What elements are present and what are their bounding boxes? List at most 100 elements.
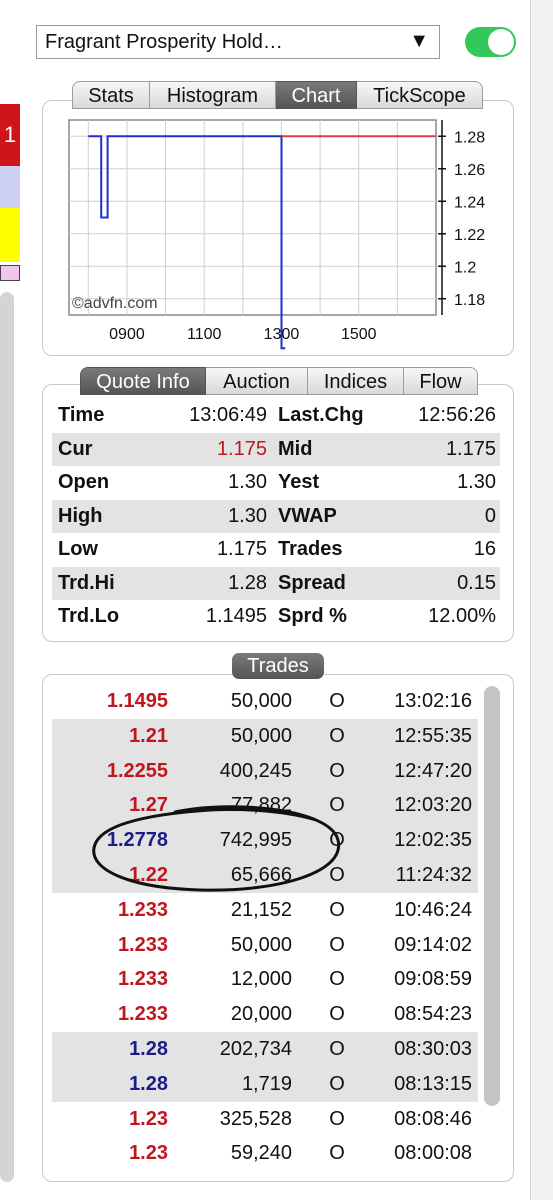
quote-value: 1.30 bbox=[457, 471, 496, 493]
trade-type: O bbox=[329, 1142, 345, 1165]
tab-tickscope[interactable]: TickScope bbox=[357, 81, 483, 109]
trade-row[interactable]: 1.23 59,240 O 08:00:08 bbox=[52, 1136, 478, 1171]
chart-watermark: ©advfn.com bbox=[72, 295, 158, 312]
quote-value: 0 bbox=[484, 504, 496, 527]
trade-row[interactable]: 1.1495 50,000 O 13:02:16 bbox=[52, 684, 478, 719]
quote-label: Last.Chg bbox=[278, 404, 364, 426]
trade-volume: 50,000 bbox=[230, 724, 292, 747]
quote-label: Trades bbox=[278, 538, 343, 560]
toggle-knob bbox=[488, 29, 514, 55]
y-tick-label: 1.2 bbox=[454, 259, 476, 276]
quote-row: Time 13:06:49 Last.Chg 12:56:26 bbox=[52, 399, 500, 432]
quote-label: Yest bbox=[278, 471, 320, 493]
trade-row[interactable]: 1.233 20,000 O 08:54:23 bbox=[52, 997, 478, 1032]
trade-row[interactable]: 1.28 202,734 O 08:30:03 bbox=[52, 1032, 478, 1067]
trade-type: O bbox=[329, 933, 345, 956]
y-tick-label: 1.24 bbox=[454, 194, 485, 211]
x-tick-label: 0900 bbox=[109, 326, 145, 343]
left-side-panel: 1 bbox=[0, 0, 20, 1200]
chart-tabs: Stats Histogram Chart TickScope bbox=[72, 81, 483, 109]
quote-label: Time bbox=[58, 404, 105, 426]
quote-row: Cur 1.175 Mid 1.175 bbox=[52, 432, 500, 466]
y-tick-label: 1.22 bbox=[454, 227, 485, 244]
trade-price: 1.233 bbox=[117, 933, 168, 956]
side-color-block bbox=[0, 166, 20, 208]
trade-time: 12:02:35 bbox=[394, 829, 472, 852]
trade-time: 10:46:24 bbox=[394, 898, 472, 921]
trade-time: 08:08:46 bbox=[394, 1107, 472, 1130]
quote-label: Trd.Lo bbox=[58, 605, 120, 627]
trade-row[interactable]: 1.2255 400,245 O 12:47:20 bbox=[52, 753, 478, 789]
quote-label: Spread bbox=[278, 571, 346, 594]
side-color-block bbox=[0, 208, 20, 262]
quote-label: VWAP bbox=[278, 504, 337, 527]
trade-row[interactable]: 1.23 325,528 O 08:08:46 bbox=[52, 1102, 478, 1137]
trade-price: 1.2255 bbox=[106, 759, 168, 782]
quote-label: Trd.Hi bbox=[58, 571, 115, 594]
trade-time: 11:24:32 bbox=[395, 864, 472, 886]
trade-time: 08:13:15 bbox=[394, 1072, 472, 1095]
trade-price: 1.28 bbox=[129, 1038, 168, 1060]
side-scrollbar[interactable] bbox=[0, 292, 14, 1182]
trade-price: 1.233 bbox=[117, 968, 168, 991]
hand-drawn-circle-annotation bbox=[92, 805, 341, 892]
tab-auction[interactable]: Auction bbox=[206, 367, 308, 395]
side-color-swatch[interactable] bbox=[0, 265, 20, 281]
quote-row: Trd.Lo 1.1495 Sprd % 12.00% bbox=[52, 600, 500, 633]
quote-label: Cur bbox=[58, 437, 93, 460]
quote-tabs: Quote Info Auction Indices Flow bbox=[80, 367, 478, 395]
tab-indices[interactable]: Indices bbox=[308, 367, 404, 395]
trade-time: 08:30:03 bbox=[394, 1038, 472, 1060]
y-tick-label: 1.18 bbox=[454, 292, 485, 309]
quote-label: Low bbox=[58, 538, 98, 560]
trade-row[interactable]: 1.233 50,000 O 09:14:02 bbox=[52, 928, 478, 963]
trade-type: O bbox=[329, 1003, 345, 1026]
trade-type: O bbox=[329, 968, 345, 991]
live-toggle[interactable] bbox=[465, 27, 516, 57]
quote-row: Open 1.30 Yest 1.30 bbox=[52, 466, 500, 499]
quote-value: 13:06:49 bbox=[189, 404, 267, 426]
y-tick-label: 1.26 bbox=[454, 162, 485, 179]
quote-value: 12:56:26 bbox=[418, 404, 496, 426]
right-side-panel bbox=[530, 0, 553, 1200]
trade-row[interactable]: 1.28 1,719 O 08:13:15 bbox=[52, 1066, 478, 1102]
tab-histogram[interactable]: Histogram bbox=[150, 81, 276, 109]
trades-scrollbar[interactable] bbox=[484, 686, 500, 1106]
trade-volume: 20,000 bbox=[230, 1003, 292, 1026]
tab-stats[interactable]: Stats bbox=[72, 81, 150, 109]
trade-price: 1.28 bbox=[129, 1072, 168, 1095]
plot-area bbox=[68, 119, 437, 316]
trade-type: O bbox=[329, 1107, 345, 1130]
quote-value: 1.175 bbox=[216, 437, 267, 460]
trade-row[interactable]: 1.233 12,000 O 09:08:59 bbox=[52, 962, 478, 997]
trades-header[interactable]: Trades bbox=[232, 653, 324, 679]
quote-label: Sprd % bbox=[278, 605, 347, 627]
tab-chart[interactable]: Chart bbox=[276, 81, 357, 109]
tab-quote-info[interactable]: Quote Info bbox=[80, 367, 206, 395]
trade-time: 09:08:59 bbox=[394, 968, 472, 991]
quote-label: Mid bbox=[278, 437, 313, 460]
trade-volume: 400,245 bbox=[219, 759, 292, 782]
quote-label: High bbox=[58, 504, 103, 527]
x-tick-label: 1300 bbox=[264, 326, 300, 343]
trade-volume: 202,734 bbox=[219, 1038, 292, 1060]
instrument-select[interactable]: Fragrant Prosperity Hold… ▼ bbox=[36, 25, 440, 59]
trade-price: 1.21 bbox=[129, 724, 168, 747]
quote-value: 1.175 bbox=[216, 538, 267, 560]
trade-price: 1.1495 bbox=[106, 690, 168, 712]
quote-value: 1.175 bbox=[445, 437, 496, 460]
quote-value: 1.30 bbox=[228, 504, 267, 527]
trade-volume: 50,000 bbox=[230, 933, 292, 956]
quote-label: Open bbox=[58, 471, 110, 493]
trade-price: 1.23 bbox=[129, 1142, 168, 1165]
quote-value: 0.15 bbox=[457, 571, 496, 594]
trade-row[interactable]: 1.21 50,000 O 12:55:35 bbox=[52, 718, 478, 754]
quote-value: 1.28 bbox=[228, 571, 267, 594]
tab-flow[interactable]: Flow bbox=[404, 367, 478, 395]
price-chart: 1.281.261.241.221.21.180900 1100 1300 1500 … bbox=[68, 119, 485, 350]
trade-price: 1.233 bbox=[117, 1003, 168, 1026]
x-tick-label: 1500 bbox=[341, 326, 377, 343]
trade-type: O bbox=[329, 1072, 345, 1095]
alert-badge[interactable]: 1 bbox=[0, 104, 20, 166]
quote-row: High 1.30 VWAP 0 bbox=[52, 499, 500, 533]
